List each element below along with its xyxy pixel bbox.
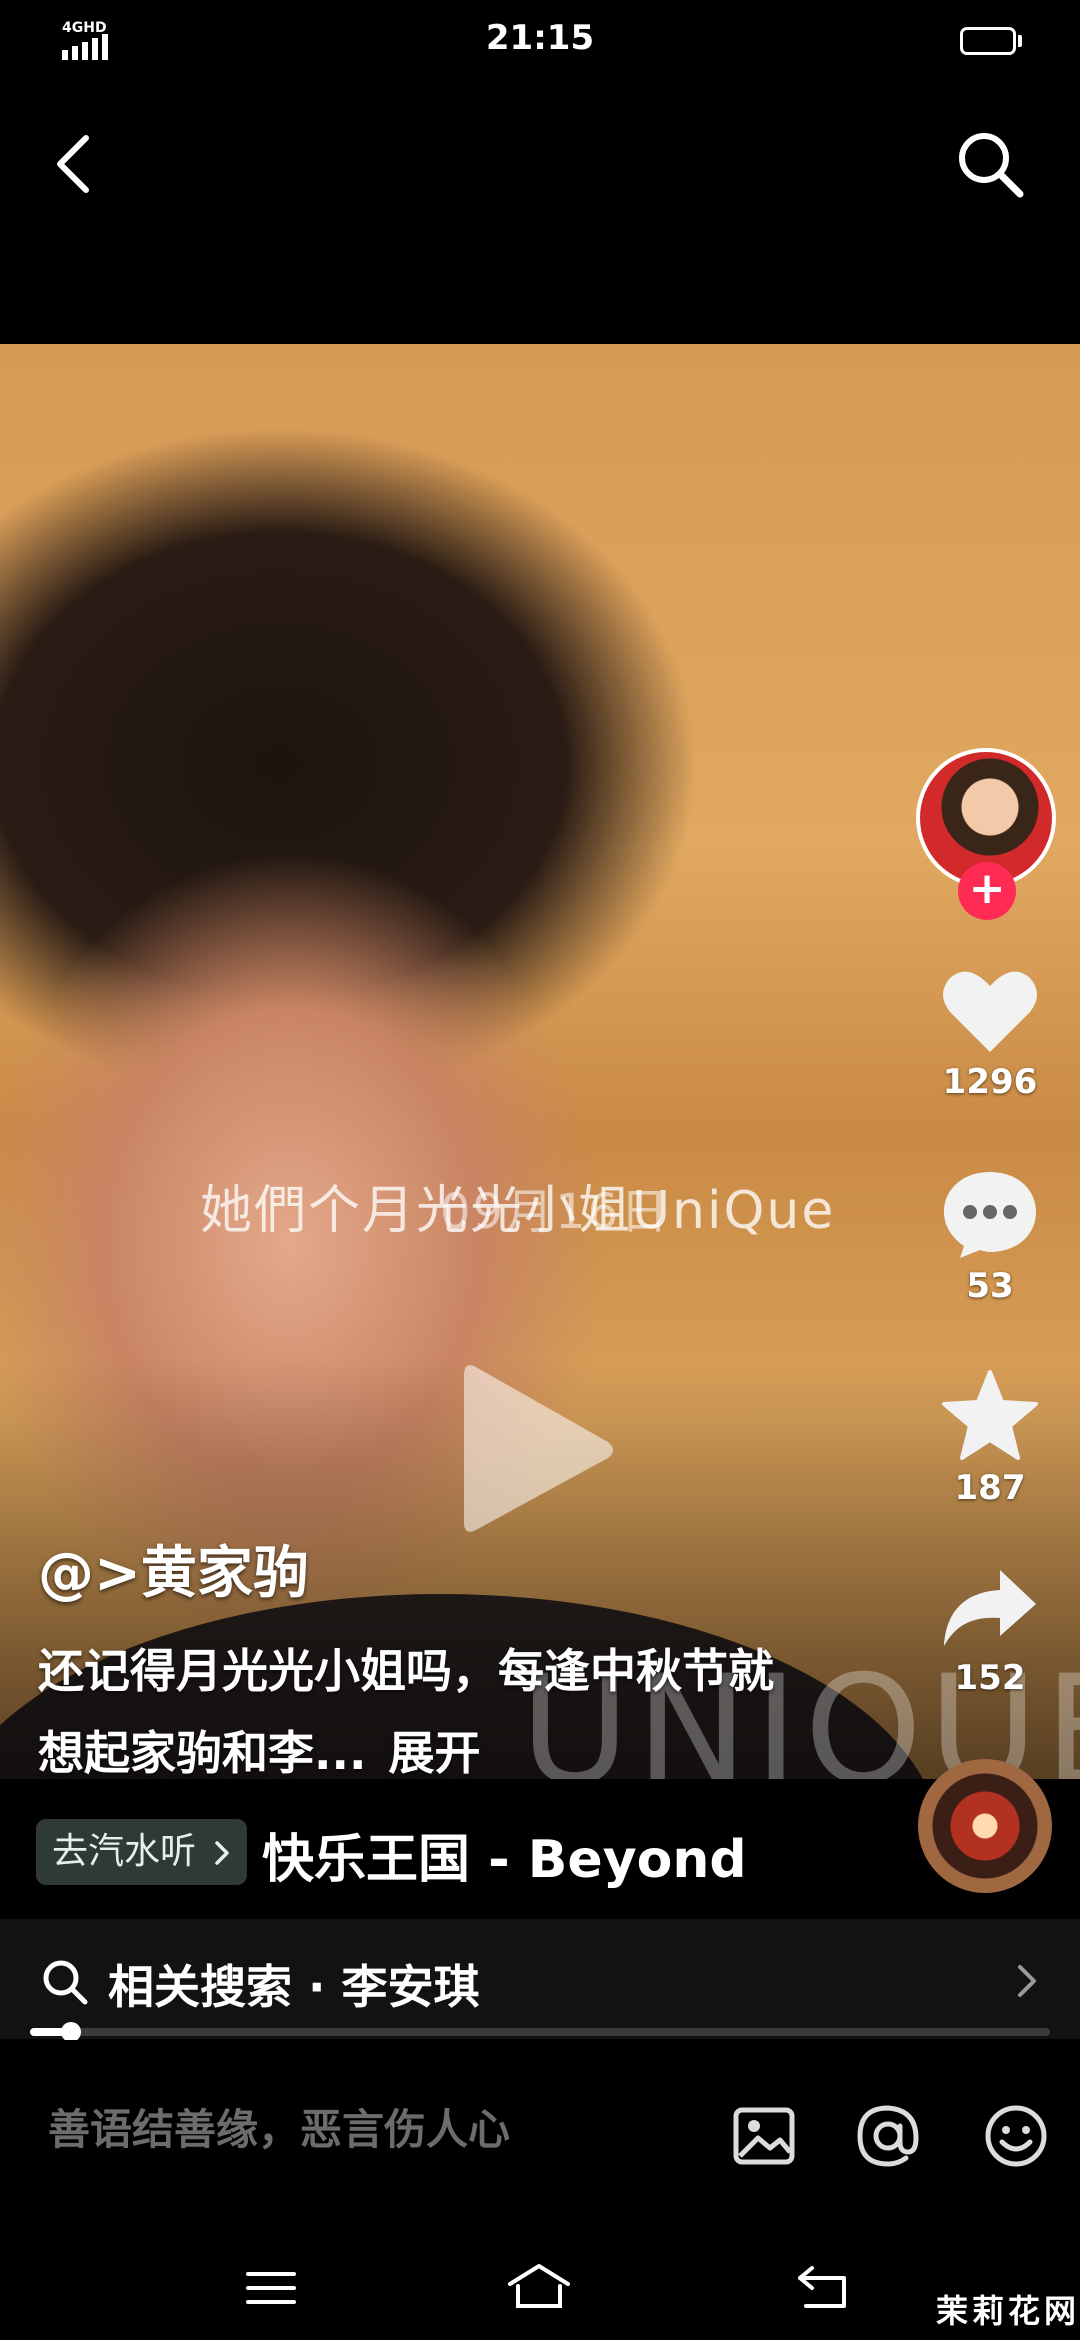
at-icon[interactable] [852,2100,924,2172]
top-bar [0,84,1080,344]
post-caption: 还记得月光光小姐吗，每逢中秋节就想起家驹和李... 展开 [38,1630,818,1794]
like-count: 1296 [942,1062,1038,1102]
chevron-right-icon [1018,1965,1036,1997]
battery-icon: 98 [960,27,1016,55]
search-icon [43,1960,88,2005]
heart-icon [943,971,1037,1052]
related-search-label: 相关搜索 · 李安琪 [108,1960,480,2014]
plus-icon: + [968,863,1006,914]
star-icon [942,1370,1038,1460]
share-arrow-icon [944,1570,1036,1646]
follow-button[interactable]: + [958,862,1016,920]
system-nav-bar [0,2220,1080,2340]
expand-button[interactable]: 展开 [388,1726,480,1780]
qishui-button[interactable]: 去汽水听 [36,1819,248,1885]
comment-bar: 善语结善缘，恶言伤人心 [0,2040,1080,2220]
song-title[interactable]: 快乐王国 - Beyond [262,1817,747,1892]
search-icon[interactable] [950,124,1030,204]
home-icon[interactable] [504,2260,574,2316]
comment-button[interactable]: 53 [920,1168,1060,1306]
progress-track[interactable] [30,2028,1050,2036]
battery-tip [1018,35,1022,47]
back-icon[interactable] [40,124,110,204]
status-bar: 4GHD 21:15 98 [0,0,1080,84]
chat-bubble-icon [944,1172,1036,1258]
battery-level: 98 [976,31,1000,51]
comment-input[interactable]: 善语结善缘，恶言伤人心 [48,2096,510,2157]
music-disc-icon[interactable] [918,1759,1052,1893]
chevron-right-icon [215,1841,230,1865]
site-watermark: 茉莉花网 [936,2292,1080,2330]
emoji-icon[interactable] [980,2100,1052,2172]
share-button[interactable]: 152 [920,1566,1060,1698]
like-button[interactable]: 1296 [920,964,1060,1102]
status-time: 21:15 [485,18,595,58]
play-icon[interactable] [460,1354,620,1544]
image-icon[interactable] [728,2100,800,2172]
post-username[interactable]: @>黄家驹 [38,1528,309,1609]
return-icon[interactable] [790,2260,860,2316]
comment-count: 53 [966,1266,1014,1306]
qishui-label: 去汽水听 [52,1831,197,1872]
favorite-count: 187 [954,1468,1026,1508]
favorite-button[interactable]: 187 [920,1368,1060,1508]
music-row: 去汽水听 快乐王国 - Beyond [0,1759,1080,1919]
share-count: 152 [954,1658,1026,1698]
progress-handle[interactable] [61,2022,81,2042]
related-search-bar[interactable]: 相关搜索 · 李安琪 [0,1919,1080,2039]
menu-icon[interactable] [236,2260,306,2316]
video-date: 09月16日 [440,1184,671,1240]
